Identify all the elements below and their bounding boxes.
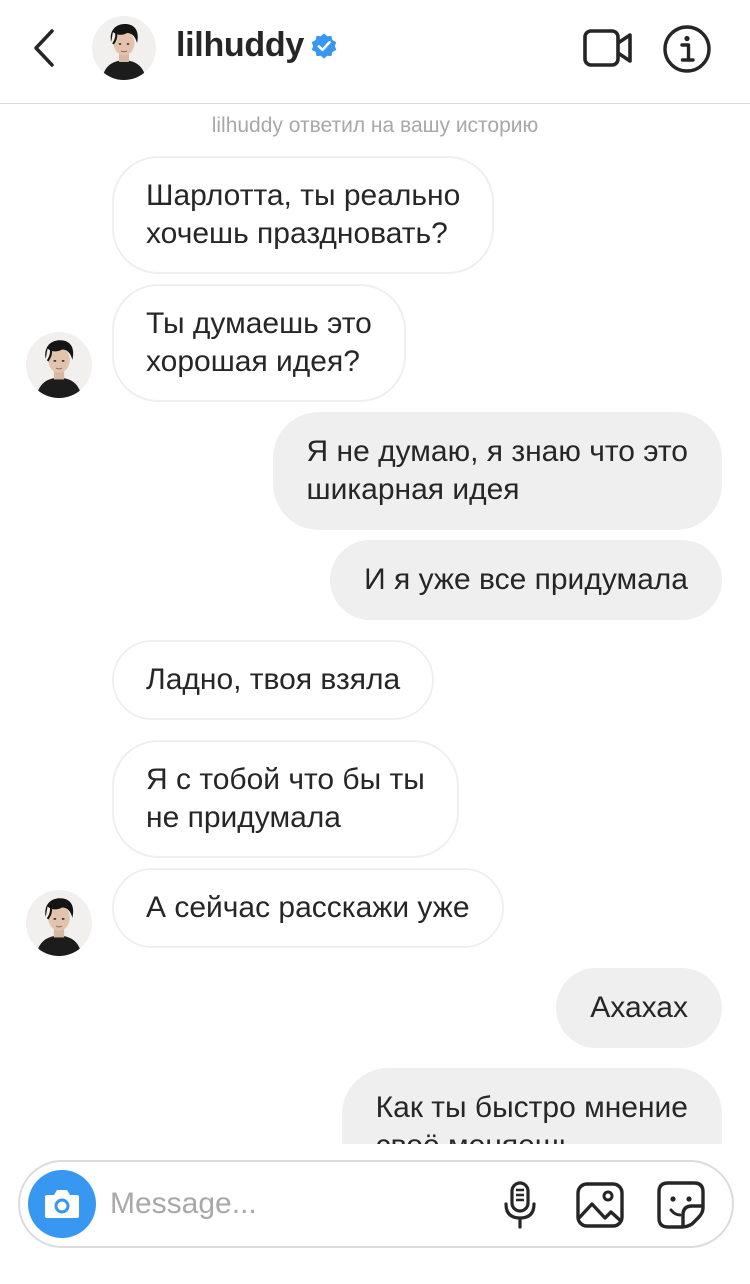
message-bubble[interactable]: Ты думаешь это хорошая идея? [112, 284, 406, 402]
message-bubble[interactable]: Ладно, твоя взяла [112, 640, 435, 720]
message-input[interactable] [110, 1180, 480, 1228]
sender-avatar[interactable] [26, 890, 92, 956]
message-bubble[interactable]: Как ты быстро мнение своё меняешь [341, 1068, 722, 1144]
microphone-icon[interactable] [500, 1180, 540, 1230]
sticker-icon[interactable] [656, 1180, 706, 1230]
gallery-icon[interactable] [575, 1180, 625, 1230]
message-bubble[interactable]: Я не думаю, я знаю что это шикарная идея [272, 412, 722, 530]
sender-avatar[interactable] [26, 332, 92, 398]
chevron-left-icon [34, 29, 54, 67]
story-reply-note: lilhuddy ответил на вашу историю [211, 114, 539, 137]
chat-header: lilhuddy [0, 0, 750, 104]
message-bubble[interactable]: А сейчас расскажи уже [112, 868, 504, 948]
username-title[interactable]: lilhuddy [176, 26, 304, 65]
camera-icon [45, 1190, 79, 1218]
message-bubble[interactable]: И я уже все придумала [330, 540, 722, 620]
back-button[interactable] [22, 24, 66, 72]
verified-badge-icon [311, 33, 337, 59]
message-thread[interactable]: lilhuddy ответил на вашу историю Шарлотт… [0, 104, 750, 1144]
message-bubble[interactable]: Шарлотта, ты реально хочешь праздновать? [112, 156, 495, 274]
message-bubble[interactable]: Я с тобой что бы ты не придумала [112, 740, 459, 858]
camera-button[interactable] [28, 1170, 96, 1238]
avatar[interactable] [92, 16, 156, 80]
info-icon[interactable] [662, 24, 712, 74]
video-camera-icon[interactable] [582, 26, 634, 70]
message-bubble[interactable]: Ахахах [556, 968, 722, 1048]
message-composer [18, 1160, 734, 1248]
